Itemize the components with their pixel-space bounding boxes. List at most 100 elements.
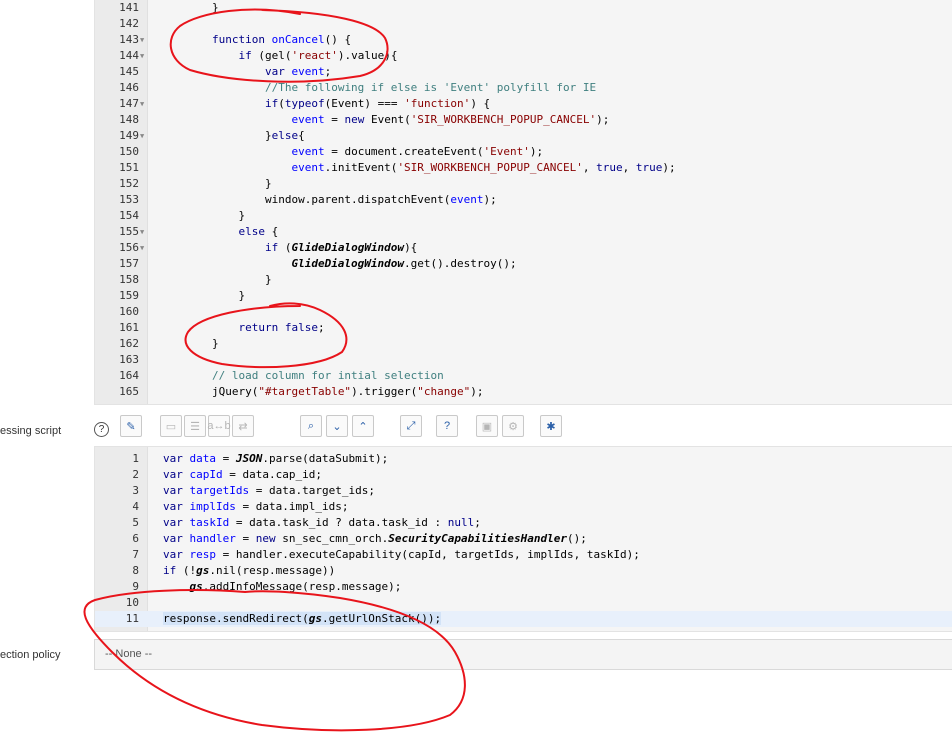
fold-arrow-icon[interactable]: ▼: [140, 48, 144, 64]
processing-script-editor[interactable]: 1 var data = JSON.parse(dataSubmit); 2 var …: [94, 446, 952, 632]
code-text: }: [159, 289, 246, 302]
code-text: }: [159, 209, 246, 222]
code-line[interactable]: 143 ▼ function onCancel() {: [95, 32, 952, 48]
code-line[interactable]: 157 GlideDialogWindow.get().destroy();: [95, 256, 952, 272]
code-line[interactable]: 156 ▼ if (GlideDialogWindow){: [95, 240, 952, 256]
bug-icon[interactable]: ✱: [540, 415, 562, 437]
replace-icon[interactable]: a↔b: [207, 415, 231, 437]
line-number: 1: [132, 452, 139, 465]
code-line[interactable]: 153 window.parent.dispatchEvent(event);: [95, 192, 952, 208]
fold-arrow-icon[interactable]: ▼: [140, 96, 144, 112]
code-text: }: [159, 273, 272, 286]
line-number: 161: [119, 321, 139, 334]
search-icon[interactable]: ⌕: [300, 415, 322, 437]
script-debug-icon[interactable]: ⚙: [502, 415, 524, 437]
line-number: 11: [125, 612, 139, 625]
code-line[interactable]: 142: [95, 16, 952, 32]
code-text: //The following if else is 'Event' polyf…: [264, 81, 597, 94]
code-line[interactable]: 163: [95, 352, 952, 368]
code-line[interactable]: 154 }: [95, 208, 952, 224]
fold-arrow-icon[interactable]: ▼: [140, 32, 144, 48]
code-line[interactable]: 145 var event;: [95, 64, 952, 80]
fullscreen-icon[interactable]: ⤢: [400, 415, 422, 437]
line-number: 10: [125, 596, 139, 609]
line-number: 163: [119, 353, 139, 366]
code-line[interactable]: 146 //The following if else is 'Event' p…: [95, 80, 952, 96]
find-previous-icon[interactable]: ⌃: [352, 415, 374, 437]
find-next-icon[interactable]: ⌄: [326, 415, 348, 437]
code-text: else {: [238, 225, 279, 238]
fold-arrow-icon[interactable]: ▼: [140, 224, 144, 240]
format-script-icon[interactable]: ✎: [120, 415, 142, 437]
line-number: 156: [119, 241, 139, 254]
line-number: 5: [132, 516, 139, 529]
code-line[interactable]: 161 return false;: [95, 320, 952, 336]
code-line[interactable]: 152 }: [95, 176, 952, 192]
line-number: 144: [119, 49, 139, 62]
code-line[interactable]: 11 response.sendRedirect(gs.getUrlOnStack…: [95, 611, 952, 627]
line-number: 3: [132, 484, 139, 497]
code-text: }: [159, 337, 219, 350]
line-number: 154: [119, 209, 139, 222]
line-number: 149: [119, 129, 139, 142]
code-line[interactable]: 155 ▼ else {: [95, 224, 952, 240]
code-text: var resp = handler.executeCapability(cap…: [163, 548, 640, 561]
code-line[interactable]: 164 // load column for intial selection: [95, 368, 952, 384]
uncomment-icon[interactable]: ☰: [184, 415, 206, 437]
code-line[interactable]: 2 var capId = data.cap_id;: [95, 467, 952, 483]
code-text: window.parent.dispatchEvent(event);: [159, 193, 497, 206]
code-line[interactable]: 147 ▼ if(typeof(Event) === 'function') {: [95, 96, 952, 112]
line-number: 165: [119, 385, 139, 398]
code-text: var capId = data.cap_id;: [163, 468, 322, 481]
protection-policy-select[interactable]: -- None --: [94, 639, 952, 670]
code-line[interactable]: 148 event = new Event('SIR_WORKBENCH_POP…: [95, 112, 952, 128]
code-text: }: [159, 177, 272, 190]
line-number: 9: [132, 580, 139, 593]
code-line[interactable]: 5 var taskId = data.task_id ? data.task_i…: [95, 515, 952, 531]
code-line[interactable]: 141 }: [95, 0, 952, 16]
code-line[interactable]: 4 var implIds = data.impl_ids;: [95, 499, 952, 515]
code-line[interactable]: 159 }: [95, 288, 952, 304]
line-number: 143: [119, 33, 139, 46]
code-line[interactable]: 162 }: [95, 336, 952, 352]
code-text: jQuery("#targetTable").trigger("change")…: [159, 385, 484, 398]
code-line[interactable]: 9 gs.addInfoMessage(resp.message);: [95, 579, 952, 595]
fold-arrow-icon[interactable]: ▼: [140, 128, 144, 144]
code-line[interactable]: 6 var handler = new sn_sec_cmn_orch.Secur…: [95, 531, 952, 547]
code-text: var data = JSON.parse(dataSubmit);: [163, 452, 389, 465]
protection-policy-value: -- None --: [105, 648, 153, 660]
code-text: // load column for intial selection: [211, 369, 444, 382]
code-text: var targetIds = data.target_ids;: [163, 484, 375, 497]
line-number: 147: [119, 97, 139, 110]
line-number: 142: [119, 17, 139, 30]
line-number: 160: [119, 305, 139, 318]
code-line[interactable]: 160: [95, 304, 952, 320]
line-number: 4: [132, 500, 139, 513]
code-line[interactable]: 7 var resp = handler.executeCapability(ca…: [95, 547, 952, 563]
code-line[interactable]: 158 }: [95, 272, 952, 288]
comment-icon[interactable]: ▭: [160, 415, 182, 437]
line-number: 164: [119, 369, 139, 382]
help-icon[interactable]: ?: [436, 415, 458, 437]
code-line[interactable]: 3 var targetIds = data.target_ids;: [95, 483, 952, 499]
code-text: var taskId = data.task_id ? data.task_id…: [163, 516, 481, 529]
code-line[interactable]: 10: [95, 595, 952, 611]
code-text: response.sendRedirect(gs.getUrlOnStack()…: [163, 612, 442, 625]
code-text: var event;: [264, 65, 332, 78]
line-number: 8: [132, 564, 139, 577]
field-help-icon[interactable]: ?: [94, 422, 109, 437]
code-line[interactable]: 144 ▼ if (gel('react').value){: [95, 48, 952, 64]
code-line[interactable]: 8 if (!gs.nil(resp.message)): [95, 563, 952, 579]
replace-all-icon[interactable]: ⇄: [232, 415, 254, 437]
code-line[interactable]: 150 event = document.createEvent('Event'…: [95, 144, 952, 160]
code-line[interactable]: 149 ▼ }else{: [95, 128, 952, 144]
code-line[interactable]: 151 event.initEvent('SIR_WORKBENCH_POPUP…: [95, 160, 952, 176]
line-number: 6: [132, 532, 139, 545]
code-line[interactable]: 165 jQuery("#targetTable").trigger("chan…: [95, 384, 952, 400]
fold-arrow-icon[interactable]: ▼: [140, 240, 144, 256]
line-number: 148: [119, 113, 139, 126]
code-line[interactable]: 1 var data = JSON.parse(dataSubmit);: [95, 451, 952, 467]
code-text: gs.addInfoMessage(resp.message);: [189, 580, 402, 593]
save-icon[interactable]: ▣: [476, 415, 498, 437]
client-script-editor[interactable]: 141 } 142 143 ▼ function onCancel() {144 ▼ i…: [94, 0, 952, 405]
